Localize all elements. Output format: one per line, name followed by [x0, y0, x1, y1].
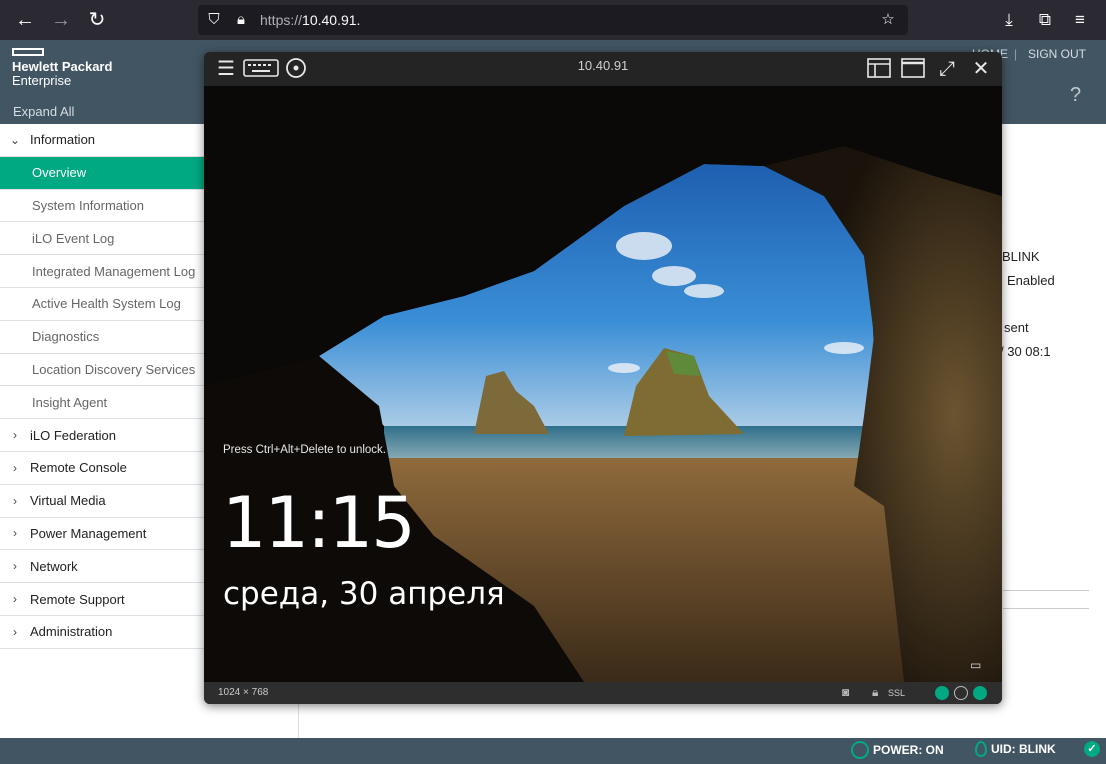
star-icon[interactable]: ☆ — [878, 10, 898, 30]
power-status-label: POWER: ON — [873, 743, 944, 757]
nav-label: iLO Event Log — [32, 230, 115, 246]
nav-item-ilo-event-log[interactable]: iLO Event Log — [0, 222, 204, 256]
address-bar[interactable]: ⛉ 🔒︎ https://10.40.91. ☆ — [198, 5, 908, 35]
sign-out-link[interactable]: SIGN OUT — [1028, 47, 1086, 61]
nav-label: Integrated Management Log — [32, 263, 196, 279]
nav-item-active-health-system-log[interactable]: Active Health System Log — [0, 288, 204, 321]
shield-icon[interactable]: ⛉ — [204, 10, 224, 30]
uid-status[interactable]: UID: BLINK — [975, 741, 1056, 757]
nav-item-system-information[interactable]: System Information — [0, 190, 204, 223]
help-icon[interactable]: ? — [1070, 84, 1081, 107]
power-status[interactable]: POWER: ON — [851, 741, 944, 759]
lock-icon[interactable]: 🔒︎ — [231, 10, 251, 30]
nav-label: Active Health System Log — [32, 296, 181, 312]
browser-toolbar: ← → ↻ ⛉ 🔒︎ https://10.40.91. ☆ ⤓ ⧉ ≡ — [0, 0, 1106, 40]
content-divider — [1003, 590, 1089, 591]
layout-svg — [867, 58, 891, 78]
url-host: 10.40.91. — [302, 12, 361, 28]
brand-line1: Hewlett Packard — [12, 59, 113, 74]
hpe-logo-element-icon — [12, 48, 44, 56]
nav-item-integrated-management-log[interactable]: Integrated Management Log — [0, 255, 204, 288]
remote-screen[interactable]: Press Ctrl+Alt+Delete to unlock. 11:15 с… — [204, 86, 1002, 682]
window-svg — [901, 58, 925, 78]
nav-item-ilo-federation[interactable]: › iLO Federation — [0, 419, 204, 452]
status-enabled-fragment: Enabled — [1007, 273, 1055, 288]
status-idle-icon — [954, 686, 968, 700]
status-bar: POWER: ON UID: BLINK ✓ — [0, 738, 1106, 764]
nav-label: Location Discovery Services — [32, 361, 196, 377]
nav-item-administration[interactable]: › Administration — [0, 616, 204, 649]
health-status[interactable]: ✓ — [1084, 741, 1100, 757]
lock-icon: 🔒︎ — [872, 685, 879, 699]
chevron-right-icon: › — [13, 428, 17, 443]
sidebar-nav: ⌄ Information Overview System Information… — [0, 124, 204, 649]
network-icon[interactable]: ▭ — [970, 658, 981, 672]
extensions-icon[interactable]: ⧉ — [1033, 8, 1057, 32]
nav-item-remote-support[interactable]: › Remote Support — [0, 583, 204, 616]
url-prefix: https:// — [260, 12, 303, 28]
brand-line2: Enterprise — [12, 73, 72, 88]
nav-label: Overview — [32, 165, 87, 181]
url-text[interactable]: https://10.40.91. — [260, 12, 360, 28]
status-ok-icon — [935, 686, 949, 700]
remote-console-window[interactable]: ☰ 10.40.91 ⤢ ✕ Press Ctrl+Alt+Delete to … — [204, 52, 1002, 704]
location-pin-icon — [975, 741, 987, 757]
lockscreen-date: среда, 30 апреля — [223, 576, 505, 612]
download-icon[interactable]: ⤓ — [997, 8, 1021, 32]
nav-label: Administration — [30, 624, 113, 640]
nav-label: Power Management — [30, 525, 147, 541]
nav-label: Information — [30, 132, 96, 148]
nav-item-network[interactable]: › Network — [0, 550, 204, 584]
nav-label: System Information — [32, 197, 144, 213]
nav-item-location-discovery-services[interactable]: Location Discovery Services — [0, 354, 204, 387]
camera-icon[interactable]: ◙ — [842, 685, 849, 699]
header-separator: | — [1014, 47, 1018, 61]
nav-label: Remote Console — [30, 460, 127, 476]
nav-label: iLO Federation — [30, 427, 116, 443]
ssl-label: SSL — [888, 688, 906, 698]
uid-value-fragment: BLINK — [1002, 249, 1040, 264]
layout-icon[interactable] — [866, 57, 892, 81]
fullscreen-icon[interactable]: ⤢ — [934, 57, 960, 81]
date-fragment: / 30 08:1 — [1000, 344, 1051, 359]
chevron-right-icon: › — [13, 592, 17, 607]
expand-all-link[interactable]: Expand All — [13, 104, 74, 119]
menu-icon[interactable]: ≡ — [1068, 8, 1092, 32]
nav-label: Remote Support — [30, 591, 125, 607]
power-status-icon — [973, 686, 987, 700]
content-divider — [1003, 608, 1089, 609]
nav-item-virtual-media[interactable]: › Virtual Media — [0, 485, 204, 518]
health-check-icon: ✓ — [1084, 741, 1100, 757]
chevron-right-icon: › — [13, 493, 17, 508]
chevron-right-icon: › — [13, 559, 17, 574]
window-mode-icon[interactable] — [900, 57, 926, 81]
nav-label: Network — [30, 558, 78, 574]
nav-label: Diagnostics — [32, 329, 100, 345]
close-icon[interactable]: ✕ — [968, 57, 994, 81]
console-footer: 1024 × 768 ◙ 🔒︎ SSL — [204, 682, 1002, 704]
lockscreen-time: 11:15 — [222, 482, 416, 564]
forward-arrow-icon[interactable]: → — [49, 8, 73, 32]
reload-icon[interactable]: ↻ — [85, 8, 109, 32]
hpe-logo[interactable]: Hewlett Packard Enterprise — [12, 48, 112, 87]
nav-item-information[interactable]: ⌄ Information — [0, 124, 204, 157]
nav-item-remote-console[interactable]: › Remote Console — [0, 452, 204, 485]
unlock-hint: Press Ctrl+Alt+Delete to unlock. — [223, 444, 386, 456]
chevron-right-icon: › — [13, 526, 17, 541]
back-arrow-icon[interactable]: ← — [13, 8, 37, 32]
power-icon — [851, 741, 869, 759]
nav-item-insight-agent[interactable]: Insight Agent — [0, 386, 204, 420]
status-present-fragment: sent — [1004, 320, 1029, 335]
console-toolbar: ☰ 10.40.91 ⤢ ✕ — [204, 52, 1002, 86]
chevron-down-icon: ⌄ — [9, 132, 21, 147]
chevron-right-icon: › — [13, 624, 17, 639]
nav-item-power-management[interactable]: › Power Management — [0, 518, 204, 551]
nav-item-diagnostics[interactable]: Diagnostics — [0, 321, 204, 354]
uid-status-label: UID: BLINK — [991, 742, 1056, 756]
chevron-right-icon: › — [13, 460, 17, 475]
nav-label: Virtual Media — [30, 493, 106, 509]
nav-label: Insight Agent — [32, 394, 108, 410]
resolution-label: 1024 × 768 — [218, 687, 269, 698]
nav-item-overview[interactable]: Overview — [0, 156, 204, 190]
